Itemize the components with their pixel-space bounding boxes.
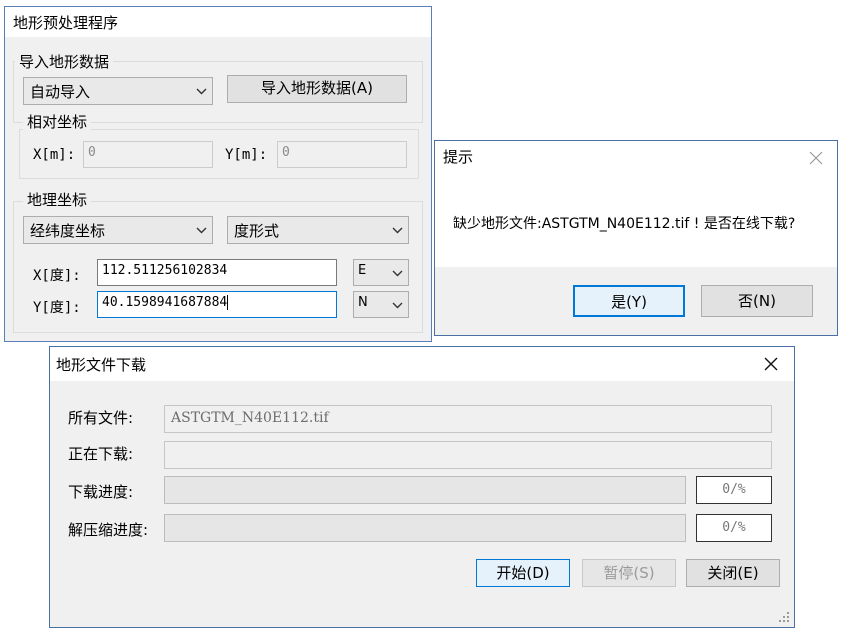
prompt-title-bar[interactable]: 提示 xyxy=(435,141,837,171)
unzip-progress-text: 0/% xyxy=(696,514,772,542)
format-select[interactable]: 度形式 xyxy=(227,216,409,244)
close-button-label: 关闭(E) xyxy=(707,564,759,582)
y-hemisphere-value: N xyxy=(358,295,368,310)
prompt-dialog: 提示 缺少地形文件:ASTGTM_N40E112.tif ! 是否在线下载? 是… xyxy=(434,140,838,336)
unzip-progress-bar xyxy=(164,514,686,542)
x-hemisphere-value: E xyxy=(358,263,367,278)
start-button[interactable]: 开始(D) xyxy=(476,559,570,587)
pause-button-label: 暂停(S) xyxy=(603,564,655,582)
y-hemisphere-select[interactable]: N xyxy=(353,291,409,318)
download-title-bar[interactable]: 地形文件下载 xyxy=(50,347,794,381)
import-mode-select[interactable]: 自动导入 xyxy=(23,77,213,105)
x-deg-label: X[度]: xyxy=(33,268,81,284)
downloading-field xyxy=(164,441,772,469)
yes-button-label: 是(Y) xyxy=(611,293,647,311)
preprocess-title: 地形预处理程序 xyxy=(13,14,119,32)
chevron-down-icon xyxy=(196,227,207,234)
y-deg-label: Y[度]: xyxy=(33,300,81,316)
close-button[interactable]: 关闭(E) xyxy=(686,559,780,587)
chevron-down-icon xyxy=(392,227,403,234)
download-window: 地形文件下载 所有文件: ASTGTM_N40E112.tif 正在下载: 下载… xyxy=(49,346,795,628)
no-button-label: 否(N) xyxy=(738,292,776,310)
unzip-progress-label: 解压缩进度: xyxy=(68,521,149,539)
import-group-label: 导入地形数据 xyxy=(15,51,114,72)
unzip-progress-value: 0/% xyxy=(722,520,746,535)
download-progress-value: 0/% xyxy=(722,482,746,497)
close-icon[interactable] xyxy=(764,357,778,371)
chevron-down-icon xyxy=(196,88,207,95)
start-button-label: 开始(D) xyxy=(496,564,550,582)
y-m-value: 0 xyxy=(282,145,290,160)
import-terrain-button[interactable]: 导入地形数据(A) xyxy=(227,75,407,103)
download-progress-bar xyxy=(164,476,686,504)
downloading-label: 正在下载: xyxy=(68,445,134,463)
relative-group-label: 相对坐标 xyxy=(23,111,92,132)
yes-button[interactable]: 是(Y) xyxy=(573,285,685,317)
pause-button: 暂停(S) xyxy=(582,559,676,587)
chevron-down-icon xyxy=(392,270,403,277)
chevron-down-icon xyxy=(392,302,403,309)
x-m-label: X[m]: xyxy=(33,147,76,163)
x-m-input[interactable]: 0 xyxy=(83,141,213,168)
x-hemisphere-select[interactable]: E xyxy=(353,259,409,286)
y-deg-value: 40.1598941687884 xyxy=(102,295,228,310)
y-m-label: Y[m]: xyxy=(225,147,268,163)
preprocess-title-bar[interactable]: 地形预处理程序 xyxy=(5,7,431,37)
y-m-input[interactable]: 0 xyxy=(277,141,407,168)
geo-group-label: 地理坐标 xyxy=(23,189,92,210)
all-files-field: ASTGTM_N40E112.tif xyxy=(164,405,772,433)
resize-grip-icon[interactable] xyxy=(778,611,790,623)
import-mode-value: 自动导入 xyxy=(30,83,91,101)
x-deg-input[interactable]: 112.511256102834 xyxy=(97,259,337,286)
prompt-message: 缺少地形文件:ASTGTM_N40E112.tif ! 是否在线下载? xyxy=(453,216,796,232)
download-progress-text: 0/% xyxy=(696,476,772,504)
coord-system-value: 经纬度坐标 xyxy=(30,222,106,240)
text-cursor xyxy=(227,295,229,310)
no-button[interactable]: 否(N) xyxy=(701,285,813,317)
close-icon[interactable] xyxy=(809,151,823,165)
format-value: 度形式 xyxy=(234,222,280,240)
preprocess-window: 地形预处理程序 导入地形数据 自动导入 导入地形数据(A) 相对坐标 X[m]:… xyxy=(4,6,432,342)
coord-system-select[interactable]: 经纬度坐标 xyxy=(23,216,213,244)
y-deg-input[interactable]: 40.1598941687884 xyxy=(97,291,337,318)
all-files-value: ASTGTM_N40E112.tif xyxy=(171,410,329,426)
download-progress-label: 下载进度: xyxy=(68,483,134,501)
x-deg-value: 112.511256102834 xyxy=(102,263,228,278)
download-title: 地形文件下载 xyxy=(56,356,147,374)
prompt-title: 提示 xyxy=(443,148,474,166)
x-m-value: 0 xyxy=(88,145,96,160)
all-files-label: 所有文件: xyxy=(68,409,134,427)
import-terrain-button-label: 导入地形数据(A) xyxy=(261,79,373,97)
